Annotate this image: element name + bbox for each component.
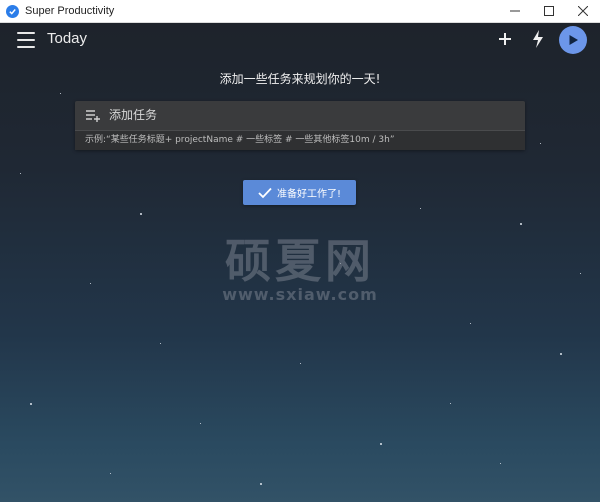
focus-mode-button[interactable]	[530, 29, 546, 49]
task-syntax-hint: 示例:“某些任务标题+ projectName # 一些标签 # 一些其他标签1…	[75, 130, 525, 150]
app-header: Today	[0, 23, 600, 59]
title-bar: Super Productivity	[0, 0, 600, 23]
watermark-text: 硕夏网	[225, 234, 375, 288]
start-tracking-button[interactable]	[559, 26, 587, 54]
app-background: Today 添加一些任务来规划你的一天! 示例:“某些任务标题+ project…	[0, 23, 600, 502]
app-logo-icon	[6, 4, 19, 18]
maximize-button[interactable]	[532, 0, 566, 22]
hamburger-icon	[17, 32, 35, 34]
menu-button[interactable]	[17, 32, 35, 48]
playlist-add-icon	[86, 110, 100, 122]
window-title: Super Productivity	[25, 5, 115, 17]
minimize-button[interactable]	[498, 0, 532, 22]
watermark-url: www.sxiaw.com	[222, 285, 378, 304]
check-icon	[258, 187, 272, 198]
add-task-input[interactable]	[109, 105, 509, 125]
page-title: Today	[47, 30, 88, 47]
add-task-panel: 示例:“某些任务标题+ projectName # 一些标签 # 一些其他标签1…	[75, 101, 525, 150]
close-button[interactable]	[566, 0, 600, 22]
add-task-button[interactable]	[495, 29, 515, 49]
ready-button-label: 准备好工作了!	[276, 189, 341, 200]
headline: 添加一些任务来规划你的一天!	[219, 72, 381, 86]
play-icon	[569, 35, 578, 45]
ready-to-work-button[interactable]: 准备好工作了!	[243, 180, 356, 205]
close-icon	[578, 6, 588, 16]
lightning-icon	[533, 30, 543, 48]
task-input-row	[75, 101, 525, 130]
plus-icon	[499, 33, 511, 45]
minimize-icon	[510, 10, 520, 12]
maximize-icon	[544, 6, 554, 16]
